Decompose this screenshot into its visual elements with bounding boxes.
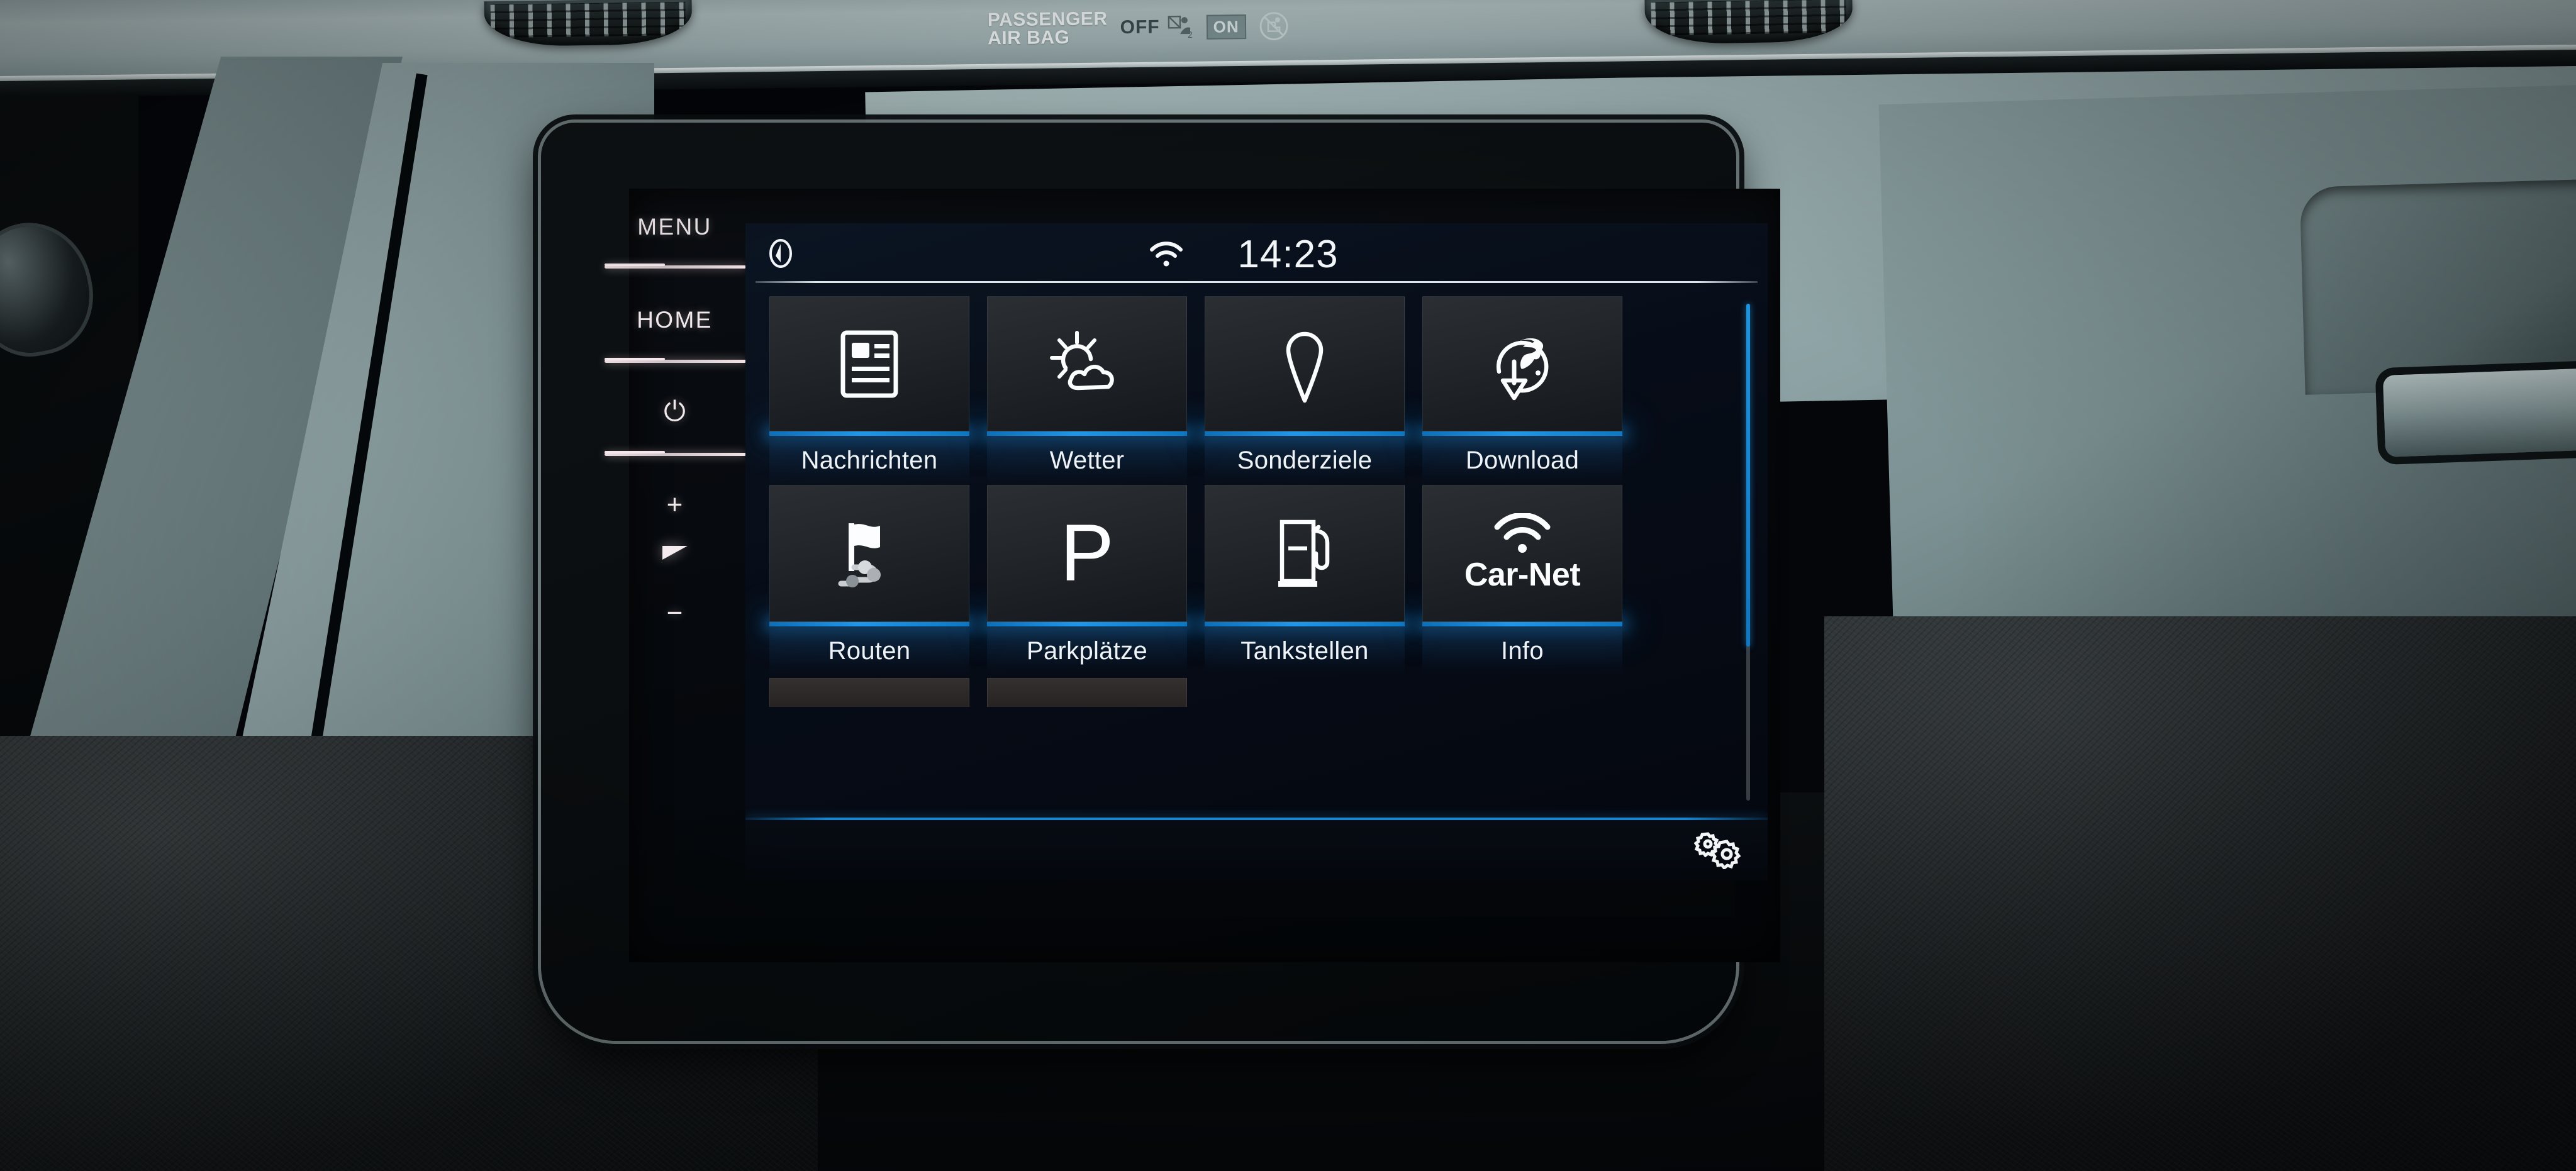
globe-download-icon	[1496, 338, 1549, 400]
app-tile-label: Routen	[769, 626, 969, 675]
app-grid-row-3-partial	[769, 678, 1644, 707]
airbag-label: PASSENGER AIR BAG	[987, 8, 1108, 49]
hardkey-menu[interactable]: MENU	[607, 214, 742, 240]
scrollbar-thumb[interactable]	[1746, 304, 1750, 647]
hardkey-bank: MENU HOME ⏻ + −	[605, 214, 746, 868]
tile-accent-underline	[1205, 431, 1405, 436]
app-tile-wetter[interactable]: Wetter	[987, 296, 1187, 485]
hardkey-home[interactable]: HOME	[607, 307, 742, 333]
app-grid-row-1: Nachrichten Wetter Sonderziele Download	[769, 296, 1644, 485]
tile-accent-underline	[1205, 622, 1405, 626]
flag-route-icon	[838, 523, 881, 587]
hardkey-divider-3	[605, 451, 746, 456]
car-net-wifi-icon	[1494, 513, 1551, 553]
vent-grid-icon	[490, 1, 686, 38]
status-bar: 14:23	[745, 223, 1768, 283]
child-seat-crossed-icon: 2	[1168, 15, 1193, 40]
airbag-off-label: OFF	[1120, 16, 1160, 38]
no-child-seat-icon	[1259, 12, 1288, 41]
vertical-scrollbar[interactable]	[1746, 304, 1750, 801]
app-tile-label: Nachrichten	[769, 436, 969, 485]
app-grid-area: Nachrichten Wetter Sonderziele Download …	[745, 282, 1768, 823]
app-tile-download[interactable]: Download	[1422, 296, 1622, 485]
vent-grid-icon	[1651, 0, 1847, 36]
bottom-bar	[745, 820, 1768, 880]
app-tile-partial[interactable]	[769, 678, 969, 707]
app-tile-label: Wetter	[987, 436, 1187, 485]
app-tile-info[interactable]: Car-Net Info	[1422, 485, 1622, 675]
tile-face[interactable]	[769, 485, 969, 622]
tile-accent-underline	[1422, 622, 1622, 626]
power-icon: ⏻	[664, 396, 686, 427]
tile-face[interactable]	[769, 296, 969, 431]
tile-accent-underline	[769, 622, 969, 626]
tile-accent-underline	[769, 431, 969, 436]
app-tile-routen[interactable]: Routen	[769, 485, 969, 675]
app-tile-label: Tankstellen	[1205, 626, 1405, 675]
app-tile-label: Info	[1422, 626, 1622, 675]
app-grid-row-2: Routen P Parkplätze Tankstellen Car-Net …	[769, 485, 1644, 675]
volume-triangle-icon	[662, 546, 688, 560]
volume-level-indicator	[607, 546, 742, 560]
hardkey-divider-1	[605, 264, 746, 269]
fuel-pump-icon	[1278, 519, 1330, 587]
tile-accent-underline	[987, 622, 1187, 626]
infotainment-screen[interactable]: 14:23 Nachrichten Wetter Sonderziele Dow…	[745, 223, 1768, 880]
app-tile-nachrichten[interactable]: Nachrichten	[769, 296, 969, 485]
hardkey-volume-up[interactable]: +	[607, 489, 742, 521]
tile-face[interactable]: Car-Net	[1422, 485, 1622, 622]
app-tile-label: Parkplätze	[987, 626, 1187, 675]
hardkey-volume-down[interactable]: −	[607, 597, 742, 629]
svg-text:2: 2	[1188, 30, 1193, 40]
hardkey-home-label: HOME	[637, 307, 713, 333]
hardkey-menu-label: MENU	[637, 214, 712, 240]
app-tile-label: Sonderziele	[1205, 436, 1405, 485]
tile-face[interactable]: P	[987, 485, 1187, 622]
tile-accent-underline	[1422, 431, 1622, 436]
tile-face[interactable]	[1205, 485, 1405, 622]
sun-cloud-icon	[1050, 330, 1114, 390]
news-icon	[840, 330, 898, 397]
dash-right-recess	[2299, 177, 2576, 395]
tile-face[interactable]	[1205, 296, 1405, 431]
plus-icon: +	[666, 489, 683, 520]
dash-lower-right-panel	[1824, 616, 2576, 1171]
airbag-label-line1: PASSENGER	[987, 8, 1108, 30]
map-pin-icon	[1286, 331, 1324, 402]
minus-icon: −	[666, 597, 683, 628]
dashboard-photo: PASSENGER AIR BAG OFF 2 ON MENU HOME ⏻ +…	[0, 0, 2576, 1171]
tile-face[interactable]	[1422, 296, 1622, 431]
app-tile-partial[interactable]	[987, 678, 1187, 707]
car-net-wordmark: Car-Net	[1464, 557, 1581, 593]
status-clock: 14:23	[1237, 233, 1339, 276]
settings-button[interactable]	[1693, 830, 1745, 869]
app-tile-tankstellen[interactable]: Tankstellen	[1205, 485, 1405, 675]
gears-icon	[1694, 832, 1741, 869]
airbag-label-line2: AIR BAG	[987, 26, 1070, 49]
app-tile-parkplaetze[interactable]: P Parkplätze	[987, 485, 1187, 675]
app-tile-label: Download	[1422, 436, 1622, 485]
tile-face[interactable]	[987, 296, 1187, 431]
airbag-on-label: ON	[1206, 14, 1246, 40]
tile-accent-underline	[987, 431, 1187, 436]
passenger-airbag-indicator: PASSENGER AIR BAG OFF 2 ON	[988, 1, 1391, 54]
airbag-off-group: OFF 2	[1120, 13, 1193, 42]
app-tile-sonderziele[interactable]: Sonderziele	[1205, 296, 1405, 485]
hardkey-divider-2	[605, 358, 746, 363]
parking-p-icon: P	[1060, 508, 1114, 598]
hardkey-power[interactable]: ⏻	[607, 396, 742, 428]
dash-grab-handle	[2382, 367, 2576, 457]
